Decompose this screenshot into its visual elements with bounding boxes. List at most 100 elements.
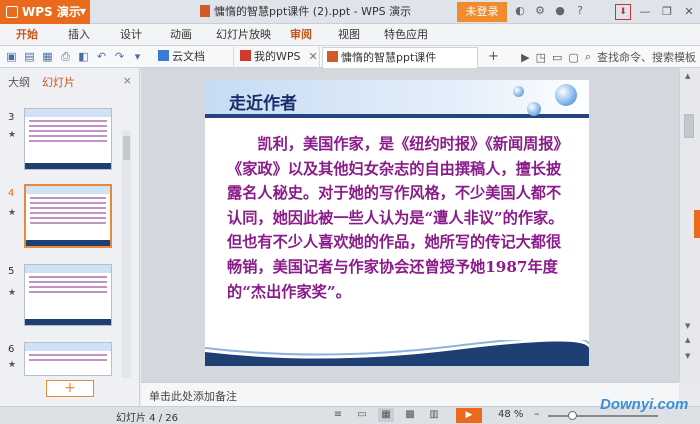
- status-bar: 幻灯片 4 / 26 ≡ ▭ ▦ ▩ ▥ ▶ 48 % –: [0, 406, 700, 424]
- menu-slideshow[interactable]: 幻灯片放映: [216, 24, 271, 46]
- thumbnail-image: [24, 264, 112, 326]
- search-command[interactable]: 查找命令、搜索模板: [597, 49, 696, 65]
- title-bar: WPS 演示 ▼ 慵惰的智慧ppt课件 (2).ppt - WPS 演示 未登录…: [0, 0, 700, 24]
- menu-design[interactable]: 设计: [120, 24, 142, 46]
- slide-sorter-icon[interactable]: ▩: [402, 408, 418, 422]
- menu-insert[interactable]: 插入: [68, 24, 90, 46]
- watermark: Downyi.com: [600, 396, 689, 413]
- slide-footer-wave: [205, 340, 589, 366]
- animation-star-icon: ★: [8, 130, 17, 140]
- add-slide-button[interactable]: +: [46, 380, 94, 397]
- chevron-down-icon: ▼: [79, 7, 86, 16]
- window-icon[interactable]: ▢: [568, 51, 578, 64]
- window-controls: ⬇ — ❐ ✕: [612, 0, 700, 24]
- open-folder-icon[interactable]: ▣: [4, 49, 19, 64]
- prev-slide-icon[interactable]: ▲: [685, 336, 690, 344]
- close-button[interactable]: ✕: [678, 0, 700, 24]
- animation-star-icon: ★: [8, 208, 17, 218]
- play-slideshow-button[interactable]: ▶: [456, 408, 482, 423]
- menu-view[interactable]: 视图: [338, 24, 360, 46]
- feedback-icon[interactable]: ⚙: [533, 4, 547, 18]
- app-menu-button[interactable]: WPS 演示 ▼: [0, 0, 90, 24]
- notes-pane[interactable]: 单击此处添加备注: [141, 382, 679, 406]
- tab-label: 我的WPS: [254, 50, 301, 63]
- ppt-file-icon: [200, 5, 210, 17]
- thumbnail-image: [24, 342, 112, 376]
- search-icon: ⌕: [584, 50, 591, 63]
- tab-outline[interactable]: 大纲: [8, 74, 30, 90]
- tab-my-wps[interactable]: 我的WPS ✕: [236, 47, 320, 68]
- menu-review[interactable]: 审阅: [290, 24, 312, 46]
- comment-icon[interactable]: ▭: [552, 51, 562, 64]
- zoom-out-icon[interactable]: –: [534, 407, 540, 420]
- window-title-text: 慵惰的智慧ppt课件 (2).ppt - WPS 演示: [214, 5, 412, 18]
- undo-icon[interactable]: ↶: [94, 49, 109, 64]
- align-icon[interactable]: ≡: [330, 408, 346, 422]
- thumbnail-image: [24, 184, 112, 248]
- decor-bubble: [513, 86, 524, 97]
- slide-number: 6: [8, 344, 15, 355]
- print-icon[interactable]: ⎙: [58, 49, 73, 64]
- window-title: 慵惰的智慧ppt课件 (2).ppt - WPS 演示: [200, 0, 411, 24]
- broadcast-icon[interactable]: ▶: [521, 51, 529, 64]
- cloud-icon: [158, 50, 169, 61]
- slide-canvas: 走近作者 凯利，美国作家，是《纽约时报》《新闻周报》《家政》以及其他妇女杂志的自…: [141, 68, 679, 382]
- wps-logo-icon: [6, 6, 18, 18]
- export-icon[interactable]: ▦: [40, 49, 55, 64]
- slide-number: 5: [8, 266, 15, 277]
- tab-slides[interactable]: 幻灯片: [42, 74, 75, 90]
- tab-document[interactable]: 慵惰的智慧ppt课件 (2).ppt✕: [322, 47, 478, 84]
- animation-star-icon: ★: [8, 360, 17, 370]
- slide-body-text[interactable]: 凯利，美国作家，是《纽约时报》《新闻周报》《家政》以及其他妇女杂志的自由撰稿人，…: [227, 132, 573, 304]
- skin-icon[interactable]: ◐: [513, 4, 527, 18]
- login-button[interactable]: 未登录: [457, 2, 507, 22]
- share-icon[interactable]: ◳: [536, 51, 546, 64]
- scroll-thumb[interactable]: [684, 114, 694, 138]
- ppt-file-icon: [327, 51, 338, 62]
- slide[interactable]: 走近作者 凯利，美国作家，是《纽约时报》《新闻周报》《家政》以及其他妇女杂志的自…: [205, 80, 589, 366]
- quick-access-toolbar: ▣ ▤ ▦ ⎙ ◧ ↶ ↷ ▾ 云文档 我的WPS ✕ 慵惰的智慧ppt课件 (2…: [0, 46, 700, 84]
- wps-icon: [240, 50, 251, 61]
- scroll-up-icon[interactable]: ▲: [685, 72, 690, 80]
- view-buttons: ≡ ▭ ▦ ▩ ▥: [330, 408, 442, 422]
- slide-number: 3: [8, 112, 15, 123]
- comment-icon[interactable]: ▭: [354, 408, 370, 422]
- download-icon[interactable]: ⬇: [615, 4, 631, 20]
- customize-icon[interactable]: ▾: [130, 49, 145, 64]
- panel-tabs: 大纲 幻灯片 ×: [0, 74, 140, 92]
- menu-special[interactable]: 特色应用: [384, 24, 428, 46]
- thumbnail-image: [24, 108, 112, 170]
- scroll-down-icon[interactable]: ▼: [685, 322, 690, 330]
- save-icon[interactable]: ▤: [22, 49, 37, 64]
- quick-actions: ▣ ▤ ▦ ⎙ ◧ ↶ ↷ ▾: [4, 49, 145, 64]
- zoom-slider[interactable]: [548, 415, 658, 417]
- zoom-level: 48 %: [498, 409, 524, 420]
- zoom-slider-knob[interactable]: [568, 411, 577, 420]
- reading-view-icon[interactable]: ▥: [426, 408, 442, 422]
- maximize-button[interactable]: ❐: [656, 0, 678, 24]
- next-slide-icon[interactable]: ▼: [685, 352, 690, 360]
- ribbon-menu: 开始 插入 设计 动画 幻灯片放映 审阅 视图 特色应用: [0, 24, 700, 46]
- tab-cloud-docs[interactable]: 云文档: [154, 47, 234, 68]
- redo-icon[interactable]: ↷: [112, 49, 127, 64]
- panel-scrollbar[interactable]: [122, 130, 131, 378]
- normal-view-icon[interactable]: ▦: [378, 408, 394, 422]
- panel-close-icon[interactable]: ×: [123, 74, 132, 87]
- menu-animation[interactable]: 动画: [170, 24, 192, 46]
- menu-start[interactable]: 开始: [16, 24, 38, 46]
- side-panel-toggle[interactable]: [694, 210, 700, 238]
- slide-title[interactable]: 走近作者: [229, 89, 297, 114]
- preview-icon[interactable]: ◧: [76, 49, 91, 64]
- decor-bubble: [555, 84, 577, 106]
- help-icon[interactable]: ?: [573, 4, 587, 18]
- close-icon[interactable]: ✕: [309, 50, 318, 63]
- new-tab-icon[interactable]: +: [488, 49, 499, 64]
- slides-panel: 大纲 幻灯片 × 3 ★ 4 ★ 5 ★ 6 ★ +: [0, 68, 140, 408]
- notes-placeholder: 单击此处添加备注: [149, 390, 237, 403]
- service-icon[interactable]: ●: [553, 4, 567, 18]
- minimize-button[interactable]: —: [634, 0, 656, 24]
- title-icons: ◐ ⚙ ● ?: [513, 4, 587, 20]
- slide-counter: 幻灯片 4 / 26: [116, 413, 178, 424]
- tab-label: 云文档: [172, 50, 205, 63]
- app-name: WPS 演示: [22, 5, 81, 19]
